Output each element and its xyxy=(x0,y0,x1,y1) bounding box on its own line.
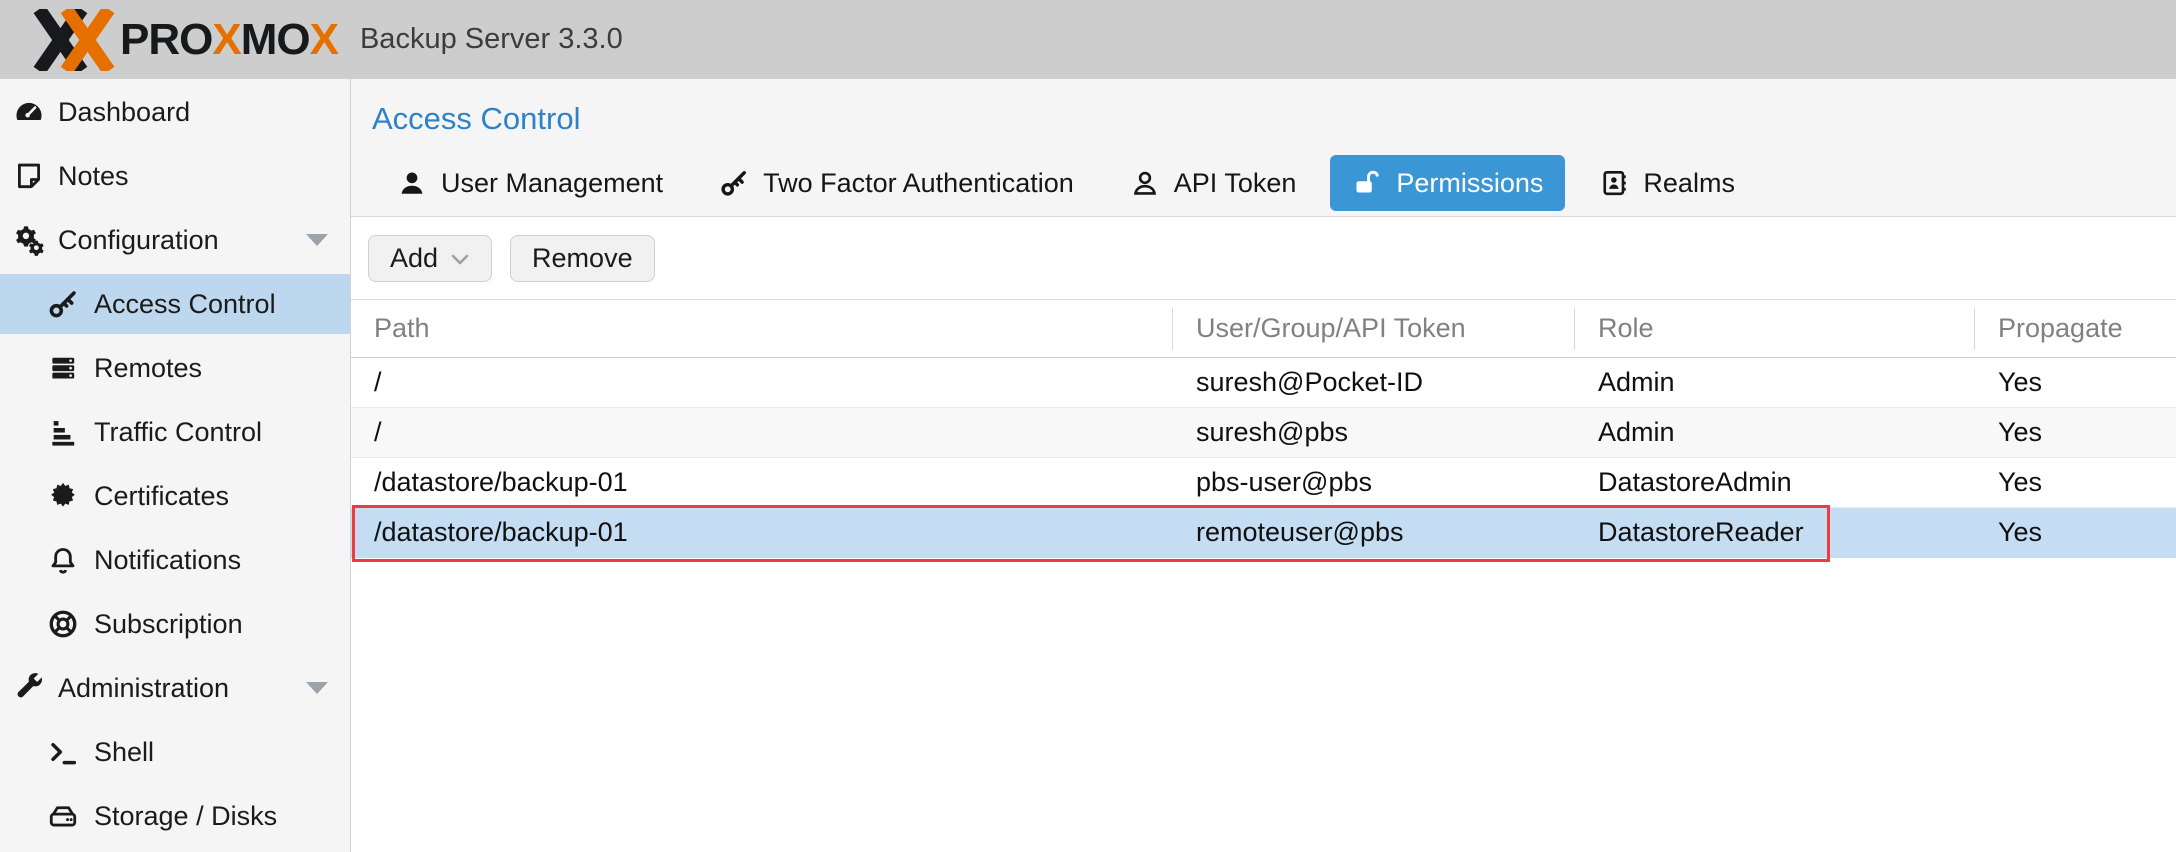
sidebar-item-label: Administration xyxy=(58,672,230,703)
tab-label: API Token xyxy=(1173,167,1297,198)
remove-button[interactable]: Remove xyxy=(510,235,655,282)
cell-path: /datastore/backup-01 xyxy=(374,467,628,497)
sidebar-item-storage-disks[interactable]: Storage / Disks xyxy=(0,786,350,846)
cell-user: suresh@pbs xyxy=(1196,417,1348,447)
cell-propagate: Yes xyxy=(1998,467,2043,497)
sidebar-item-label: Storage / Disks xyxy=(94,800,278,831)
terminal-icon xyxy=(46,735,80,769)
bell-icon xyxy=(46,543,80,577)
sidebar-item-access-control[interactable]: Access Control xyxy=(0,274,350,334)
table-row[interactable]: / suresh@pbs Admin Yes xyxy=(351,408,2176,458)
sidebar-item-subscription[interactable]: Subscription xyxy=(0,594,350,654)
chevron-down-icon xyxy=(306,682,328,694)
tab-two-factor-authentication[interactable]: Two Factor Authentication xyxy=(697,155,1096,211)
sidebar-item-label: Notes xyxy=(58,160,129,191)
unlock-icon xyxy=(1355,170,1380,194)
sidebar-item-remotes[interactable]: Remotes xyxy=(0,338,350,398)
cell-role: DatastoreReader xyxy=(1598,517,1804,547)
cell-propagate: Yes xyxy=(1998,367,2043,397)
wordmark-part: PRO xyxy=(120,14,213,64)
sidebar-item-label: Access Control xyxy=(94,288,276,319)
sidebar-item-traffic-control[interactable]: Traffic Control xyxy=(0,402,350,462)
user-icon xyxy=(401,172,423,194)
sidebar: Dashboard Notes Configuration Access Con… xyxy=(0,79,351,852)
sidebar-item-certificates[interactable]: Certificates xyxy=(0,466,350,526)
table-row-selected[interactable]: /datastore/backup-01 remoteuser@pbs Data… xyxy=(351,508,2176,558)
product-version-title: Backup Server 3.3.0 xyxy=(359,23,623,55)
column-header-role[interactable]: Role xyxy=(1575,307,1975,350)
table-row[interactable]: / suresh@Pocket-ID Admin Yes xyxy=(351,358,2176,408)
sidebar-item-label: Dashboard xyxy=(58,96,191,127)
wordmark-part: X xyxy=(309,14,339,64)
note-icon xyxy=(12,159,46,193)
main-content: Access Control User Management Two Facto… xyxy=(351,79,2176,852)
column-header-user-group-api-token[interactable]: User/Group/API Token xyxy=(1173,307,1575,350)
address-book-icon xyxy=(1603,170,1628,196)
tab-bar: User Management Two Factor Authenticatio… xyxy=(351,155,2176,211)
remove-button-label: Remove xyxy=(532,243,633,273)
page-title: Access Control xyxy=(372,101,581,136)
tab-realms[interactable]: Realms xyxy=(1577,155,1757,211)
user-outline-icon xyxy=(1133,171,1156,195)
sidebar-item-notifications[interactable]: Notifications xyxy=(0,530,350,590)
life-ring-icon xyxy=(46,607,80,641)
tab-api-token[interactable]: API Token xyxy=(1108,155,1319,211)
top-header: PRO X MO X Backup Server 3.3.0 xyxy=(0,0,2176,79)
add-button[interactable]: Add xyxy=(368,235,493,282)
cell-user: pbs-user@pbs xyxy=(1196,467,1372,497)
sidebar-item-configuration[interactable]: Configuration xyxy=(0,210,350,270)
proxmox-x-logo-icon xyxy=(28,9,120,71)
cell-propagate: Yes xyxy=(1998,417,2043,447)
tab-label: Realms xyxy=(1643,167,1735,198)
cell-user: suresh@Pocket-ID xyxy=(1196,367,1423,397)
table-row[interactable]: /datastore/backup-01 pbs-user@pbs Datast… xyxy=(351,458,2176,508)
wrench-icon xyxy=(12,671,46,705)
hdd-icon xyxy=(46,799,80,833)
wordmark-part: MO xyxy=(240,14,311,64)
certificate-icon xyxy=(46,479,80,513)
tab-label: Permissions xyxy=(1396,167,1544,198)
tab-label: User Management xyxy=(441,167,664,198)
column-header-path[interactable]: Path xyxy=(351,307,1173,350)
column-header-propagate[interactable]: Propagate xyxy=(1975,308,2176,350)
chevron-down-icon xyxy=(451,254,469,264)
add-button-label: Add xyxy=(390,243,439,273)
wordmark-part: X xyxy=(212,14,241,64)
sidebar-item-label: Notifications xyxy=(94,544,242,575)
sidebar-item-shell[interactable]: Shell xyxy=(0,722,350,782)
sidebar-item-label: Subscription xyxy=(94,608,243,639)
cell-path: / xyxy=(374,417,382,447)
servers-icon xyxy=(46,351,80,385)
key-icon xyxy=(46,287,80,321)
sidebar-item-dashboard[interactable]: Dashboard xyxy=(0,82,350,142)
proxmox-logo: PRO X MO X xyxy=(28,9,339,71)
cell-path: /datastore/backup-01 xyxy=(374,517,628,547)
sidebar-item-notes[interactable]: Notes xyxy=(0,146,350,206)
sidebar-item-label: Remotes xyxy=(94,352,203,383)
chevron-down-icon xyxy=(306,234,328,246)
dashboard-icon xyxy=(12,95,46,129)
table-header-row: Path User/Group/API Token Role Propagate xyxy=(351,299,2176,358)
key-icon xyxy=(721,171,747,196)
traffic-bars-icon xyxy=(46,415,80,449)
permissions-table: Path User/Group/API Token Role Propagate… xyxy=(351,299,2176,558)
sidebar-item-label: Configuration xyxy=(58,224,219,255)
gears-icon xyxy=(12,223,46,257)
permissions-panel: Add Remove Path User/Group/API Token Rol… xyxy=(351,216,2176,852)
sidebar-item-label: Traffic Control xyxy=(94,416,263,447)
cell-user: remoteuser@pbs xyxy=(1196,517,1404,547)
toolbar: Add Remove xyxy=(351,217,2176,299)
proxmox-wordmark: PRO X MO X xyxy=(120,14,339,65)
sidebar-item-label: Shell xyxy=(94,736,155,767)
cell-role: Admin xyxy=(1598,417,1675,447)
tab-permissions[interactable]: Permissions xyxy=(1330,155,1566,211)
cell-propagate: Yes xyxy=(1998,517,2043,547)
sidebar-item-administration[interactable]: Administration xyxy=(0,658,350,718)
sidebar-item-label: Certificates xyxy=(94,480,230,511)
tab-label: Two Factor Authentication xyxy=(763,167,1074,198)
tab-user-management[interactable]: User Management xyxy=(375,155,685,211)
cell-role: DatastoreAdmin xyxy=(1598,467,1792,497)
cell-path: / xyxy=(374,367,382,397)
cell-role: Admin xyxy=(1598,367,1675,397)
